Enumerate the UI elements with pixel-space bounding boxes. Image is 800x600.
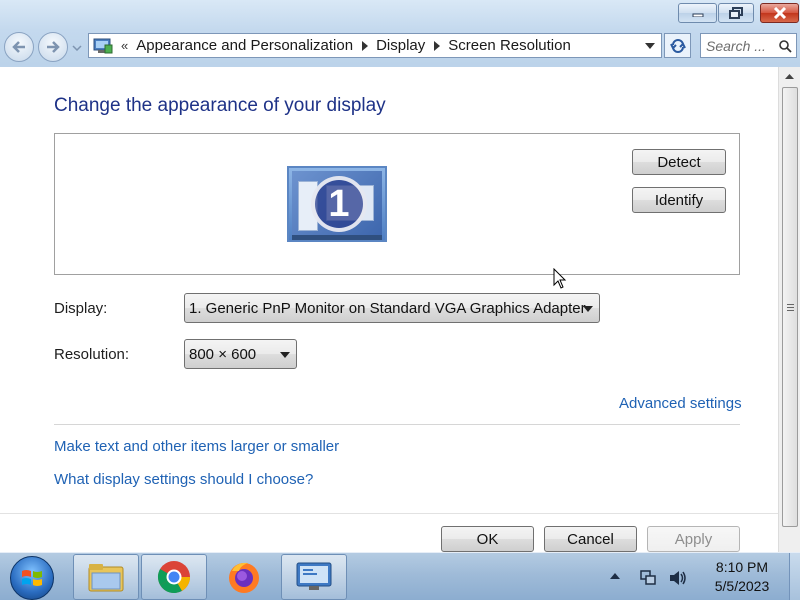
chevron-down-icon[interactable] xyxy=(583,306,593,312)
display-select[interactable]: 1. Generic PnP Monitor on Standard VGA G… xyxy=(184,293,600,323)
breadcrumb-separator-icon[interactable] xyxy=(362,40,369,51)
vertical-scrollbar[interactable] xyxy=(778,67,800,552)
restore-button[interactable] xyxy=(718,3,754,23)
back-arrow-icon xyxy=(12,41,25,53)
taskbar-screen-resolution[interactable] xyxy=(281,554,347,600)
resolution-select[interactable]: 800 × 600 xyxy=(184,339,297,369)
minimize-icon xyxy=(692,13,703,17)
content-panel: Change the appearance of your display 1 … xyxy=(0,67,778,552)
close-icon xyxy=(773,7,786,19)
windows-logo-icon xyxy=(22,570,42,586)
show-desktop-button[interactable] xyxy=(789,553,800,600)
identify-button[interactable]: Identify xyxy=(632,187,726,213)
chevron-down-icon xyxy=(72,45,82,51)
taskbar: 8:10 PM 5/5/2023 xyxy=(0,552,800,600)
apply-button[interactable]: Apply xyxy=(647,526,740,552)
monitor-1-thumbnail[interactable]: 1 xyxy=(287,166,387,242)
forward-arrow-icon xyxy=(47,41,60,53)
text-size-link[interactable]: Make text and other items larger or smal… xyxy=(54,438,339,455)
monitor-arrangement-area[interactable]: 1 Detect Identify xyxy=(54,133,740,275)
clock-time: 8:10 PM xyxy=(715,559,769,575)
resolution-select-value: 800 × 600 xyxy=(189,345,257,363)
recent-pages-dropdown[interactable] xyxy=(72,43,82,53)
display-help-link[interactable]: What display settings should I choose? xyxy=(54,471,313,488)
close-button[interactable] xyxy=(760,3,799,23)
resolution-label: Resolution: xyxy=(54,346,130,363)
display-label: Display: xyxy=(54,300,108,317)
start-button[interactable] xyxy=(10,556,54,600)
page-title: Change the appearance of your display xyxy=(54,95,386,116)
detect-button[interactable]: Detect xyxy=(632,149,726,175)
taskbar-explorer[interactable] xyxy=(73,554,139,600)
taskbar-firefox[interactable] xyxy=(211,554,277,600)
search-input[interactable] xyxy=(706,37,778,54)
scrollbar-grip-icon xyxy=(786,303,794,311)
back-button[interactable] xyxy=(4,32,34,62)
advanced-settings-link[interactable]: Advanced settings xyxy=(619,395,742,412)
mouse-pointer-icon xyxy=(553,268,567,289)
taskbar-chrome[interactable] xyxy=(141,554,207,600)
search-icon[interactable] xyxy=(778,39,792,53)
forward-button[interactable] xyxy=(38,32,68,62)
minimize-button[interactable] xyxy=(678,3,717,23)
refresh-button[interactable] xyxy=(664,33,691,58)
address-bar[interactable]: « Appearance and Personalization Display… xyxy=(88,33,662,58)
ok-button[interactable]: OK xyxy=(441,526,534,552)
monitor-taskbar xyxy=(292,235,382,240)
breadcrumb-overflow[interactable]: « xyxy=(121,38,128,53)
network-icon[interactable] xyxy=(638,568,658,588)
divider xyxy=(54,424,740,425)
chevron-up-icon xyxy=(785,73,794,79)
scrollbar-thumb[interactable] xyxy=(782,87,798,527)
volume-icon[interactable] xyxy=(668,568,688,588)
clock-date: 5/5/2023 xyxy=(714,578,770,594)
taskbar-clock[interactable]: 8:10 PM 5/5/2023 xyxy=(700,558,784,596)
monitor-number-badge: 1 xyxy=(311,176,367,232)
show-hidden-icons-button[interactable] xyxy=(610,573,620,579)
restore-icon xyxy=(729,7,743,19)
search-box[interactable] xyxy=(700,33,797,58)
firefox-icon xyxy=(229,562,259,593)
address-dropdown-icon[interactable] xyxy=(645,43,655,49)
folder-icon xyxy=(88,564,124,592)
refresh-icon xyxy=(669,38,686,53)
display-settings-icon xyxy=(296,562,332,590)
breadcrumb-appearance[interactable]: Appearance and Personalization xyxy=(136,37,353,54)
breadcrumb-display[interactable]: Display xyxy=(376,37,425,54)
chevron-down-icon[interactable] xyxy=(280,352,290,358)
breadcrumb-screen-resolution[interactable]: Screen Resolution xyxy=(448,37,571,54)
display-select-value: 1. Generic PnP Monitor on Standard VGA G… xyxy=(189,299,586,317)
monitor-screen: 1 xyxy=(292,171,382,237)
breadcrumb-separator-icon[interactable] xyxy=(434,40,441,51)
chrome-icon xyxy=(157,561,191,594)
scroll-up-button[interactable] xyxy=(779,67,800,84)
cancel-button[interactable]: Cancel xyxy=(544,526,637,552)
control-panel-icon xyxy=(93,38,113,53)
footer-divider xyxy=(0,513,778,514)
